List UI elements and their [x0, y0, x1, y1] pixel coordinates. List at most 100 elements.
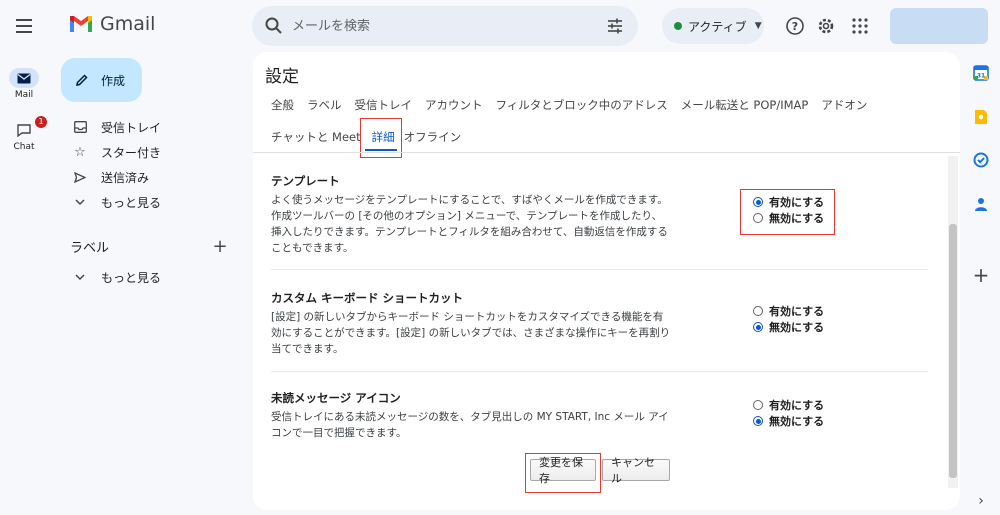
active-status-dot [674, 22, 682, 30]
nav-item-starred[interactable]: ☆ スター付き [72, 141, 161, 163]
nav-item-more[interactable]: もっと見る [72, 191, 161, 213]
radio-unchecked[interactable] [753, 213, 763, 223]
labels-heading: ラベル + [70, 236, 230, 257]
chat-badge: 1 [35, 116, 47, 128]
unread-icon-description: 受信トレイにある未読メッセージの数を、タブ見出しの MY START, Inc … [271, 409, 691, 441]
nav-label: 受信トレイ [101, 120, 162, 135]
apps-grid-icon[interactable] [848, 14, 872, 38]
status-label: アクティブ [688, 19, 747, 34]
keep-icon[interactable] [972, 108, 990, 126]
settings-panel: 設定 全般 ラベル 受信トレイ アカウント フィルタとブロック中のアドレス メー… [253, 52, 960, 510]
chevron-down-icon [72, 273, 88, 281]
app-name: Gmail [100, 13, 156, 35]
chat-icon: 1 [9, 116, 47, 140]
search-options-icon[interactable] [606, 17, 624, 35]
svg-text:31: 31 [977, 73, 985, 80]
labels-heading-text: ラベル [70, 240, 110, 256]
nav-item-inbox[interactable]: 受信トレイ [72, 116, 161, 138]
settings-tabs-row-2: チャットと Meet 詳細 オフライン [271, 129, 461, 145]
nav-label: もっと見る [101, 195, 162, 210]
tab-accounts[interactable]: アカウント [425, 97, 483, 113]
templates-radio-group: 有効にする 無効にする [753, 194, 824, 226]
shortcuts-description: [設定] の新しいタブからキーボード ショートカットをカスタマイズできる機能を有… [271, 309, 691, 357]
tasks-icon[interactable] [972, 151, 990, 169]
desc-line: こともできます。 [271, 242, 354, 254]
add-label-button[interactable]: + [210, 236, 230, 257]
contacts-icon[interactable] [972, 195, 990, 213]
tab-offline[interactable]: オフライン [404, 129, 462, 145]
search-icon[interactable] [264, 16, 284, 36]
templates-description: よく使うメッセージをテンプレートにすることで、すばやくメールを作成できます。 作… [271, 192, 691, 256]
tab-addons[interactable]: アドオン [821, 97, 867, 113]
option-label: 有効にする [769, 196, 825, 209]
radio-checked[interactable] [753, 416, 763, 426]
main-menu-icon[interactable] [10, 12, 38, 40]
option-label: 無効にする [769, 415, 825, 428]
shortcuts-radio-group: 有効にする 無効にする [753, 303, 824, 335]
settings-gear-icon[interactable] [814, 14, 838, 38]
star-icon: ☆ [74, 144, 86, 160]
account-area[interactable] [890, 8, 988, 44]
chevron-down-icon [72, 198, 88, 206]
unread-icon-title: 未読メッセージ アイコン [271, 391, 401, 405]
tab-forwarding[interactable]: メール転送と POP/IMAP [681, 97, 809, 113]
calendar-icon[interactable]: 31 [972, 64, 990, 82]
templates-enable-option[interactable]: 有効にする [753, 194, 824, 210]
top-bar: Gmail アクティブ ▼ ? [0, 0, 1000, 52]
nav-label: スター付き [101, 145, 162, 160]
add-app-icon[interactable]: + [972, 263, 990, 287]
option-label: 有効にする [769, 399, 825, 412]
nav-item-sent[interactable]: 送信済み [72, 166, 149, 188]
cancel-button[interactable]: キャンセル [602, 456, 670, 485]
shortcuts-disable-option[interactable]: 無効にする [753, 319, 824, 335]
radio-unchecked[interactable] [753, 400, 763, 410]
svg-text:?: ? [792, 20, 798, 33]
labels-more[interactable]: もっと見る [72, 266, 161, 288]
radio-unchecked[interactable] [753, 306, 763, 316]
page-title: 設定 [265, 67, 299, 87]
unread-icon-section: 未読メッセージ アイコン 受信トレイにある未読メッセージの数を、タブ見出しの M… [271, 390, 691, 441]
desc-line: 作成ツールバーの [その他のオプション] メニューで、テンプレートを作成したり、 [271, 210, 663, 222]
templates-title: テンプレート [271, 174, 340, 188]
unread-enable-option[interactable]: 有効にする [753, 397, 824, 413]
tab-chat-meet[interactable]: チャットと Meet [271, 129, 361, 145]
templates-disable-option[interactable]: 無効にする [753, 210, 824, 226]
desc-line: 受信トレイにある未読メッセージの数を、タブ見出しの MY START, Inc … [271, 411, 669, 423]
rail-mail-label: Mail [14, 90, 34, 100]
tabs-divider [253, 152, 960, 153]
radio-checked[interactable] [753, 197, 763, 207]
tab-inbox[interactable]: 受信トレイ [355, 97, 413, 113]
compose-button[interactable]: 作成 [61, 58, 142, 102]
rail-chat-label: Chat [13, 142, 35, 152]
tab-general[interactable]: 全般 [271, 97, 294, 113]
mail-icon [9, 68, 39, 88]
tab-labels[interactable]: ラベル [307, 97, 342, 113]
status-selector[interactable]: アクティブ ▼ [662, 8, 764, 44]
rail-mail[interactable]: Mail [0, 68, 48, 100]
unread-disable-option[interactable]: 無効にする [753, 413, 824, 429]
desc-line: コンで一目で把握できます。 [271, 427, 407, 439]
tab-advanced[interactable]: 詳細 [372, 129, 395, 145]
compose-label: 作成 [101, 73, 126, 88]
option-label: 無効にする [769, 321, 825, 334]
tab-filters[interactable]: フィルタとブロック中のアドレス [496, 97, 668, 113]
option-label: 有効にする [769, 305, 825, 318]
nav-label: もっと見る [101, 270, 162, 285]
rail-chat[interactable]: 1 Chat [0, 116, 48, 152]
scrollbar-thumb[interactable] [949, 224, 957, 478]
settings-tabs-row-1: 全般 ラベル 受信トレイ アカウント フィルタとブロック中のアドレス メール転送… [271, 97, 867, 113]
chevron-right-icon[interactable]: › [972, 492, 990, 510]
search-input[interactable] [292, 14, 582, 38]
option-label: 無効にする [769, 212, 825, 225]
radio-checked[interactable] [753, 322, 763, 332]
send-icon [72, 171, 88, 183]
desc-line: [設定] の新しいタブからキーボード ショートカットをカスタマイズできる機能を有 [271, 311, 664, 323]
shortcuts-enable-option[interactable]: 有効にする [753, 303, 824, 319]
gmail-logo[interactable]: Gmail [68, 13, 155, 35]
unread-icon-radio-group: 有効にする 無効にする [753, 397, 824, 429]
desc-line: 挿入したりできます。テンプレートとフィルタを組み合わせて、自動返信を作成する [271, 226, 668, 238]
desc-line: よく使うメッセージをテンプレートにすることで、すばやくメールを作成できます。 [271, 194, 668, 206]
help-icon[interactable]: ? [783, 14, 807, 38]
save-changes-button[interactable]: 変更を保存 [530, 456, 596, 485]
desc-line: 当てできます。 [271, 343, 344, 355]
